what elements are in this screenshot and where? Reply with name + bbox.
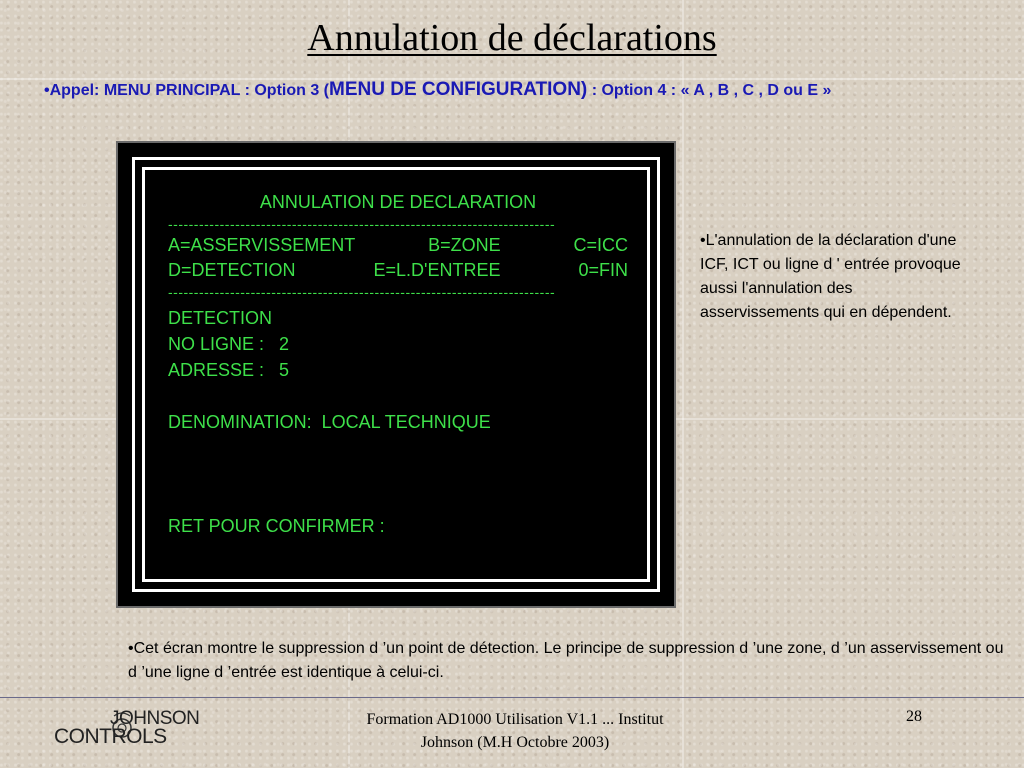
note-bottom: •Cet écran montre le suppression d ’un p… (128, 640, 1004, 681)
terminal-type-line: DETECTION (168, 308, 273, 328)
note-right: •L'annulation de la déclaration d'une IC… (700, 232, 961, 321)
call-instructions: •Appel: MENU PRINCIPAL : Option 3 (MENU … (44, 78, 944, 102)
terminal-heading: ANNULATION DE DECLARATION (259, 192, 537, 212)
terminal-menu-row-1: A=ASSERVISSEMENT B=ZONE C=ICC (168, 233, 628, 258)
terminal-adresse: ADRESSE : 5 (168, 360, 290, 380)
menu-option-0: 0=FIN (578, 260, 628, 280)
menu-option-c: C=ICC (573, 235, 628, 255)
terminal-screen: ANNULATION DE DECLARATION --------------… (116, 141, 676, 608)
terminal-menu-row-2: D=DETECTION E=L.D'ENTREE 0=FIN (168, 258, 628, 283)
menu-option-b: B=ZONE (428, 235, 501, 255)
call-part-2: MENU DE CONFIGURATION) (329, 79, 588, 100)
terminal-separator-bottom: ----------------------------------------… (168, 284, 556, 300)
footer-text: Formation AD1000 Utilisation V1.1 ... In… (366, 711, 664, 751)
terminal-separator-top: ----------------------------------------… (168, 216, 556, 232)
page-number: 28 (906, 708, 922, 725)
menu-option-e: E=L.D'ENTREE (373, 260, 501, 280)
terminal-no-ligne: NO LIGNE : 2 (168, 334, 290, 354)
terminal-content: ANNULATION DE DECLARATION --------------… (168, 189, 628, 539)
logo-text-line-2: CONTROLS (54, 725, 167, 748)
slide-title: Annulation de déclarations (307, 17, 717, 59)
terminal-prompt: RET POUR CONFIRMER : (168, 516, 385, 536)
terminal-denomination: DENOMINATION: LOCAL TECHNIQUE (168, 412, 491, 432)
menu-option-d: D=DETECTION (168, 260, 296, 280)
call-part-3: : Option 4 : « A , B , C , D ou E » (587, 82, 832, 99)
menu-option-a: A=ASSERVISSEMENT (168, 235, 356, 255)
footer-divider (0, 697, 1024, 698)
johnson-controls-logo: JOHNSON CONTROLS (52, 708, 222, 748)
call-part-1: •Appel: MENU PRINCIPAL : Option 3 ( (44, 82, 329, 99)
